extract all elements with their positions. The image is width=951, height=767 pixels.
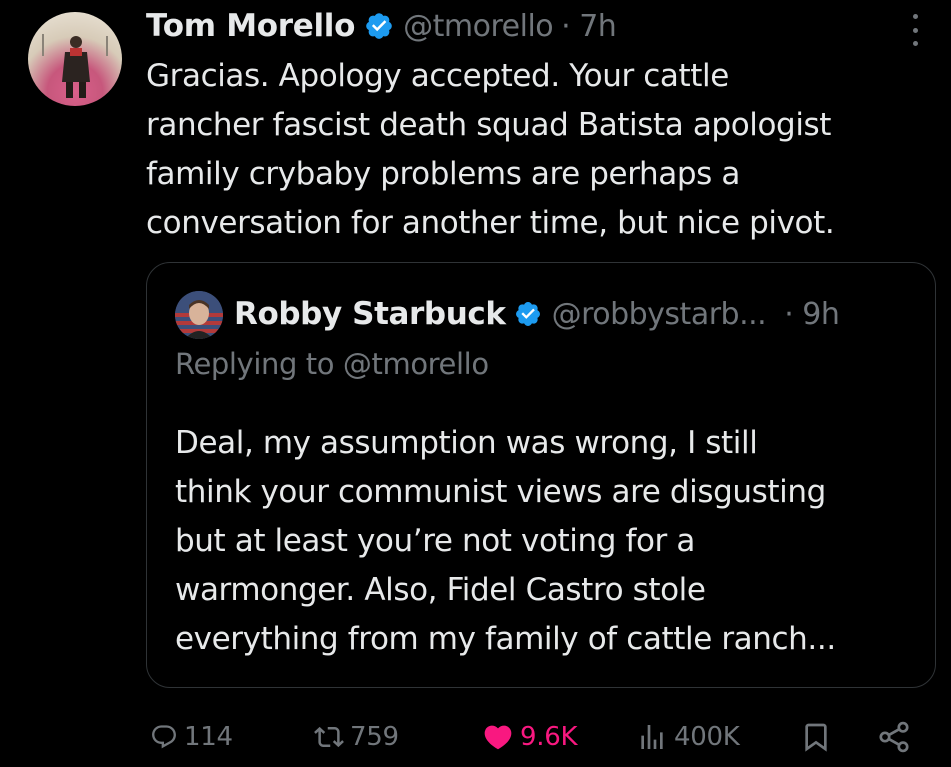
views-icon bbox=[641, 725, 663, 749]
tweet-time[interactable]: · 7h bbox=[561, 9, 617, 44]
author-name[interactable]: Tom Morello bbox=[146, 8, 355, 44]
quoted-header: Robby Starbuck @robbystarb... · 9h bbox=[234, 291, 840, 337]
reply-button[interactable]: 114 bbox=[150, 712, 233, 762]
views-button[interactable]: 400K bbox=[636, 712, 740, 762]
repost-button[interactable]: 759 bbox=[314, 712, 399, 762]
quoted-tweet-text: Deal, my assumption was wrong, I still t… bbox=[175, 425, 836, 657]
tweet-text: Gracias. Apology accepted. Your cattle r… bbox=[146, 58, 835, 241]
repost-count: 759 bbox=[350, 722, 399, 752]
action-bar: 114 759 9.6K 400K bbox=[0, 712, 951, 762]
verified-icon[interactable] bbox=[364, 11, 394, 41]
repost-icon bbox=[314, 726, 344, 748]
quoted-author-avatar[interactable] bbox=[175, 291, 223, 339]
like-count: 9.6K bbox=[520, 722, 578, 752]
bookmark-icon bbox=[805, 723, 827, 752]
quoted-author-handle: @robbystarb... bbox=[551, 296, 767, 332]
reply-count: 114 bbox=[184, 722, 233, 752]
like-button[interactable]: 9.6K bbox=[482, 712, 578, 762]
quoted-tweet[interactable]: Robby Starbuck @robbystarb... · 9h Reply… bbox=[146, 262, 936, 688]
reply-icon bbox=[152, 725, 176, 749]
author-handle[interactable]: @tmorello bbox=[403, 9, 554, 44]
heart-icon bbox=[484, 725, 512, 750]
share-button[interactable] bbox=[876, 712, 912, 762]
views-count: 400K bbox=[674, 722, 740, 752]
quoted-author-name[interactable]: Robby Starbuck bbox=[234, 296, 506, 332]
replying-to: Replying to @tmorello bbox=[175, 347, 489, 381]
author-avatar[interactable] bbox=[28, 12, 122, 106]
quoted-tweet-time: · 9h bbox=[784, 296, 840, 332]
bookmark-button[interactable] bbox=[800, 712, 832, 762]
share-icon bbox=[879, 721, 909, 753]
tweet-header: Tom Morello @tmorello · 7h bbox=[146, 4, 617, 48]
verified-icon bbox=[514, 300, 542, 328]
more-icon[interactable] bbox=[903, 14, 927, 46]
